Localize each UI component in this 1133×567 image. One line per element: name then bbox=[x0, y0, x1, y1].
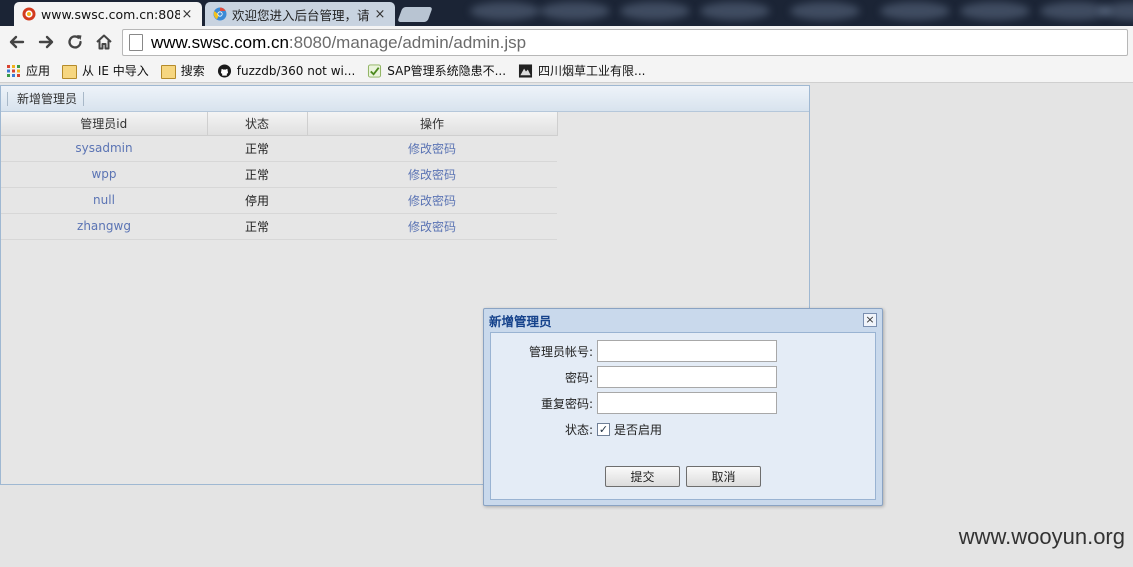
folder-icon bbox=[160, 64, 176, 79]
chrome-favicon-icon bbox=[213, 7, 227, 21]
bookmark-apps[interactable]: 应用 bbox=[6, 62, 50, 79]
admin-table: 管理员id 状态 操作 sysadmin 正常 修改密码 wpp 正常 修改密码… bbox=[1, 112, 558, 240]
admin-id-link[interactable]: null bbox=[1, 187, 207, 214]
tab-close-icon[interactable]: × bbox=[180, 7, 194, 22]
bookmark-ie-import[interactable]: 从 IE 中导入 bbox=[62, 62, 149, 79]
reload-button[interactable] bbox=[64, 31, 86, 53]
folder-icon bbox=[62, 64, 78, 79]
bookmark-label: 应用 bbox=[26, 64, 51, 78]
password-row: 密码: bbox=[491, 366, 777, 388]
column-header-admin-id[interactable]: 管理员id bbox=[1, 112, 208, 136]
sap-icon bbox=[368, 63, 382, 78]
arrow-left-icon bbox=[9, 35, 25, 49]
repeat-password-input[interactable] bbox=[597, 392, 777, 414]
status-label: 状态: bbox=[564, 422, 593, 437]
arrow-right-icon bbox=[38, 35, 54, 49]
change-password-link[interactable]: 修改密码 bbox=[307, 161, 557, 188]
bookmark-label: 四川烟草工业有限... bbox=[538, 64, 646, 78]
password-label: 密码: bbox=[564, 370, 593, 385]
tab-close-icon[interactable]: × bbox=[373, 7, 387, 22]
url-path: :8080/manage/admin/admin.jsp bbox=[288, 32, 527, 52]
toolbar-separator bbox=[7, 91, 8, 106]
browser-tab-strip: www.swsc.com.cn:8080/ × 欢迎您进入后台管理，请 × bbox=[0, 0, 1133, 26]
change-password-link[interactable]: 修改密码 bbox=[307, 187, 557, 214]
account-row: 管理员帐号: bbox=[491, 340, 777, 362]
table-row: sysadmin 正常 修改密码 bbox=[1, 135, 557, 162]
status-row: 状态: ✓ 是否启用 bbox=[491, 418, 662, 440]
url-host: www.swsc.com.cn bbox=[151, 32, 289, 52]
account-label: 管理员帐号: bbox=[528, 344, 593, 359]
apps-grid-icon bbox=[7, 64, 20, 77]
browser-tab-active[interactable]: www.swsc.com.cn:8080/ × bbox=[14, 2, 202, 26]
toolbar-separator bbox=[83, 91, 85, 106]
table-header-row: 管理员id 状态 操作 bbox=[1, 112, 558, 136]
bookmark-sap[interactable]: SAP管理系统隐患不... bbox=[367, 62, 506, 79]
bookmark-label: 从 IE 中导入 bbox=[82, 64, 149, 78]
github-icon bbox=[217, 63, 231, 78]
status-cell: 正常 bbox=[207, 161, 307, 188]
change-password-link[interactable]: 修改密码 bbox=[307, 213, 557, 240]
admin-id-link[interactable]: sysadmin bbox=[1, 135, 207, 162]
column-header-action[interactable]: 操作 bbox=[307, 112, 558, 136]
table-row: null 停用 修改密码 bbox=[1, 187, 557, 214]
account-input[interactable] bbox=[597, 340, 777, 362]
address-bar[interactable]: www.swsc.com.cn:8080/manage/admin/admin.… bbox=[122, 29, 1128, 56]
bookmark-label: SAP管理系统隐患不... bbox=[387, 64, 507, 78]
panel-toolbar: 新增管理员 bbox=[1, 86, 809, 112]
company-icon bbox=[518, 63, 533, 78]
bookmark-search[interactable]: 搜索 bbox=[160, 62, 205, 79]
dialog-body: 管理员帐号: 密码: 重复密码: 状态: ✓ 是否启用 提交 取消 bbox=[490, 332, 876, 500]
bookmark-fuzzdb[interactable]: fuzzdb/360 not wi... bbox=[217, 64, 355, 78]
cancel-button[interactable]: 取消 bbox=[686, 466, 761, 487]
status-cell: 停用 bbox=[207, 187, 307, 214]
home-icon bbox=[96, 34, 112, 50]
site-favicon-icon bbox=[22, 7, 36, 21]
watermark: www.wooyun.org bbox=[958, 524, 1125, 549]
tab-title: www.swsc.com.cn:8080/ bbox=[41, 6, 180, 22]
column-header-status[interactable]: 状态 bbox=[207, 112, 308, 136]
enable-checkbox[interactable]: ✓ bbox=[597, 422, 610, 436]
admin-id-link[interactable]: wpp bbox=[1, 161, 207, 188]
new-tab-button[interactable] bbox=[397, 7, 433, 22]
status-cell: 正常 bbox=[207, 135, 307, 162]
enable-label: 是否启用 bbox=[614, 422, 663, 437]
dialog-title: 新增管理员 bbox=[489, 314, 552, 329]
browser-tab-inactive[interactable]: 欢迎您进入后台管理，请 × bbox=[205, 2, 395, 26]
change-password-link[interactable]: 修改密码 bbox=[307, 135, 557, 162]
dialog-close-icon[interactable]: × bbox=[863, 313, 877, 327]
reload-icon bbox=[68, 35, 82, 49]
admin-id-link[interactable]: zhangwg bbox=[1, 213, 207, 240]
repeat-password-row: 重复密码: bbox=[491, 392, 777, 414]
add-admin-button[interactable]: 新增管理员 bbox=[11, 90, 83, 107]
add-admin-dialog: 新增管理员 × 管理员帐号: 密码: 重复密码: 状态: ✓ 是否启用 提交 取… bbox=[483, 308, 883, 506]
home-button[interactable] bbox=[93, 31, 115, 53]
table-row: zhangwg 正常 修改密码 bbox=[1, 213, 557, 240]
bookmark-company[interactable]: 四川烟草工业有限... bbox=[518, 62, 645, 79]
dialog-header[interactable]: 新增管理员 bbox=[484, 309, 882, 332]
back-button[interactable] bbox=[6, 31, 28, 53]
forward-button[interactable] bbox=[35, 31, 57, 53]
status-cell: 正常 bbox=[207, 213, 307, 240]
repeat-password-label: 重复密码: bbox=[540, 396, 593, 411]
browser-toolbar: www.swsc.com.cn:8080/manage/admin/admin.… bbox=[0, 26, 1133, 59]
page-icon bbox=[129, 34, 143, 51]
table-row: wpp 正常 修改密码 bbox=[1, 161, 557, 188]
bookmarks-bar: 应用 从 IE 中导入 搜索 fuzzdb/360 not wi... SAP管… bbox=[0, 59, 1133, 83]
password-input[interactable] bbox=[597, 366, 777, 388]
bookmark-label: fuzzdb/360 not wi... bbox=[236, 63, 356, 78]
submit-button[interactable]: 提交 bbox=[605, 466, 680, 487]
bookmark-label: 搜索 bbox=[180, 64, 205, 78]
tab-title: 欢迎您进入后台管理，请 bbox=[232, 7, 370, 23]
